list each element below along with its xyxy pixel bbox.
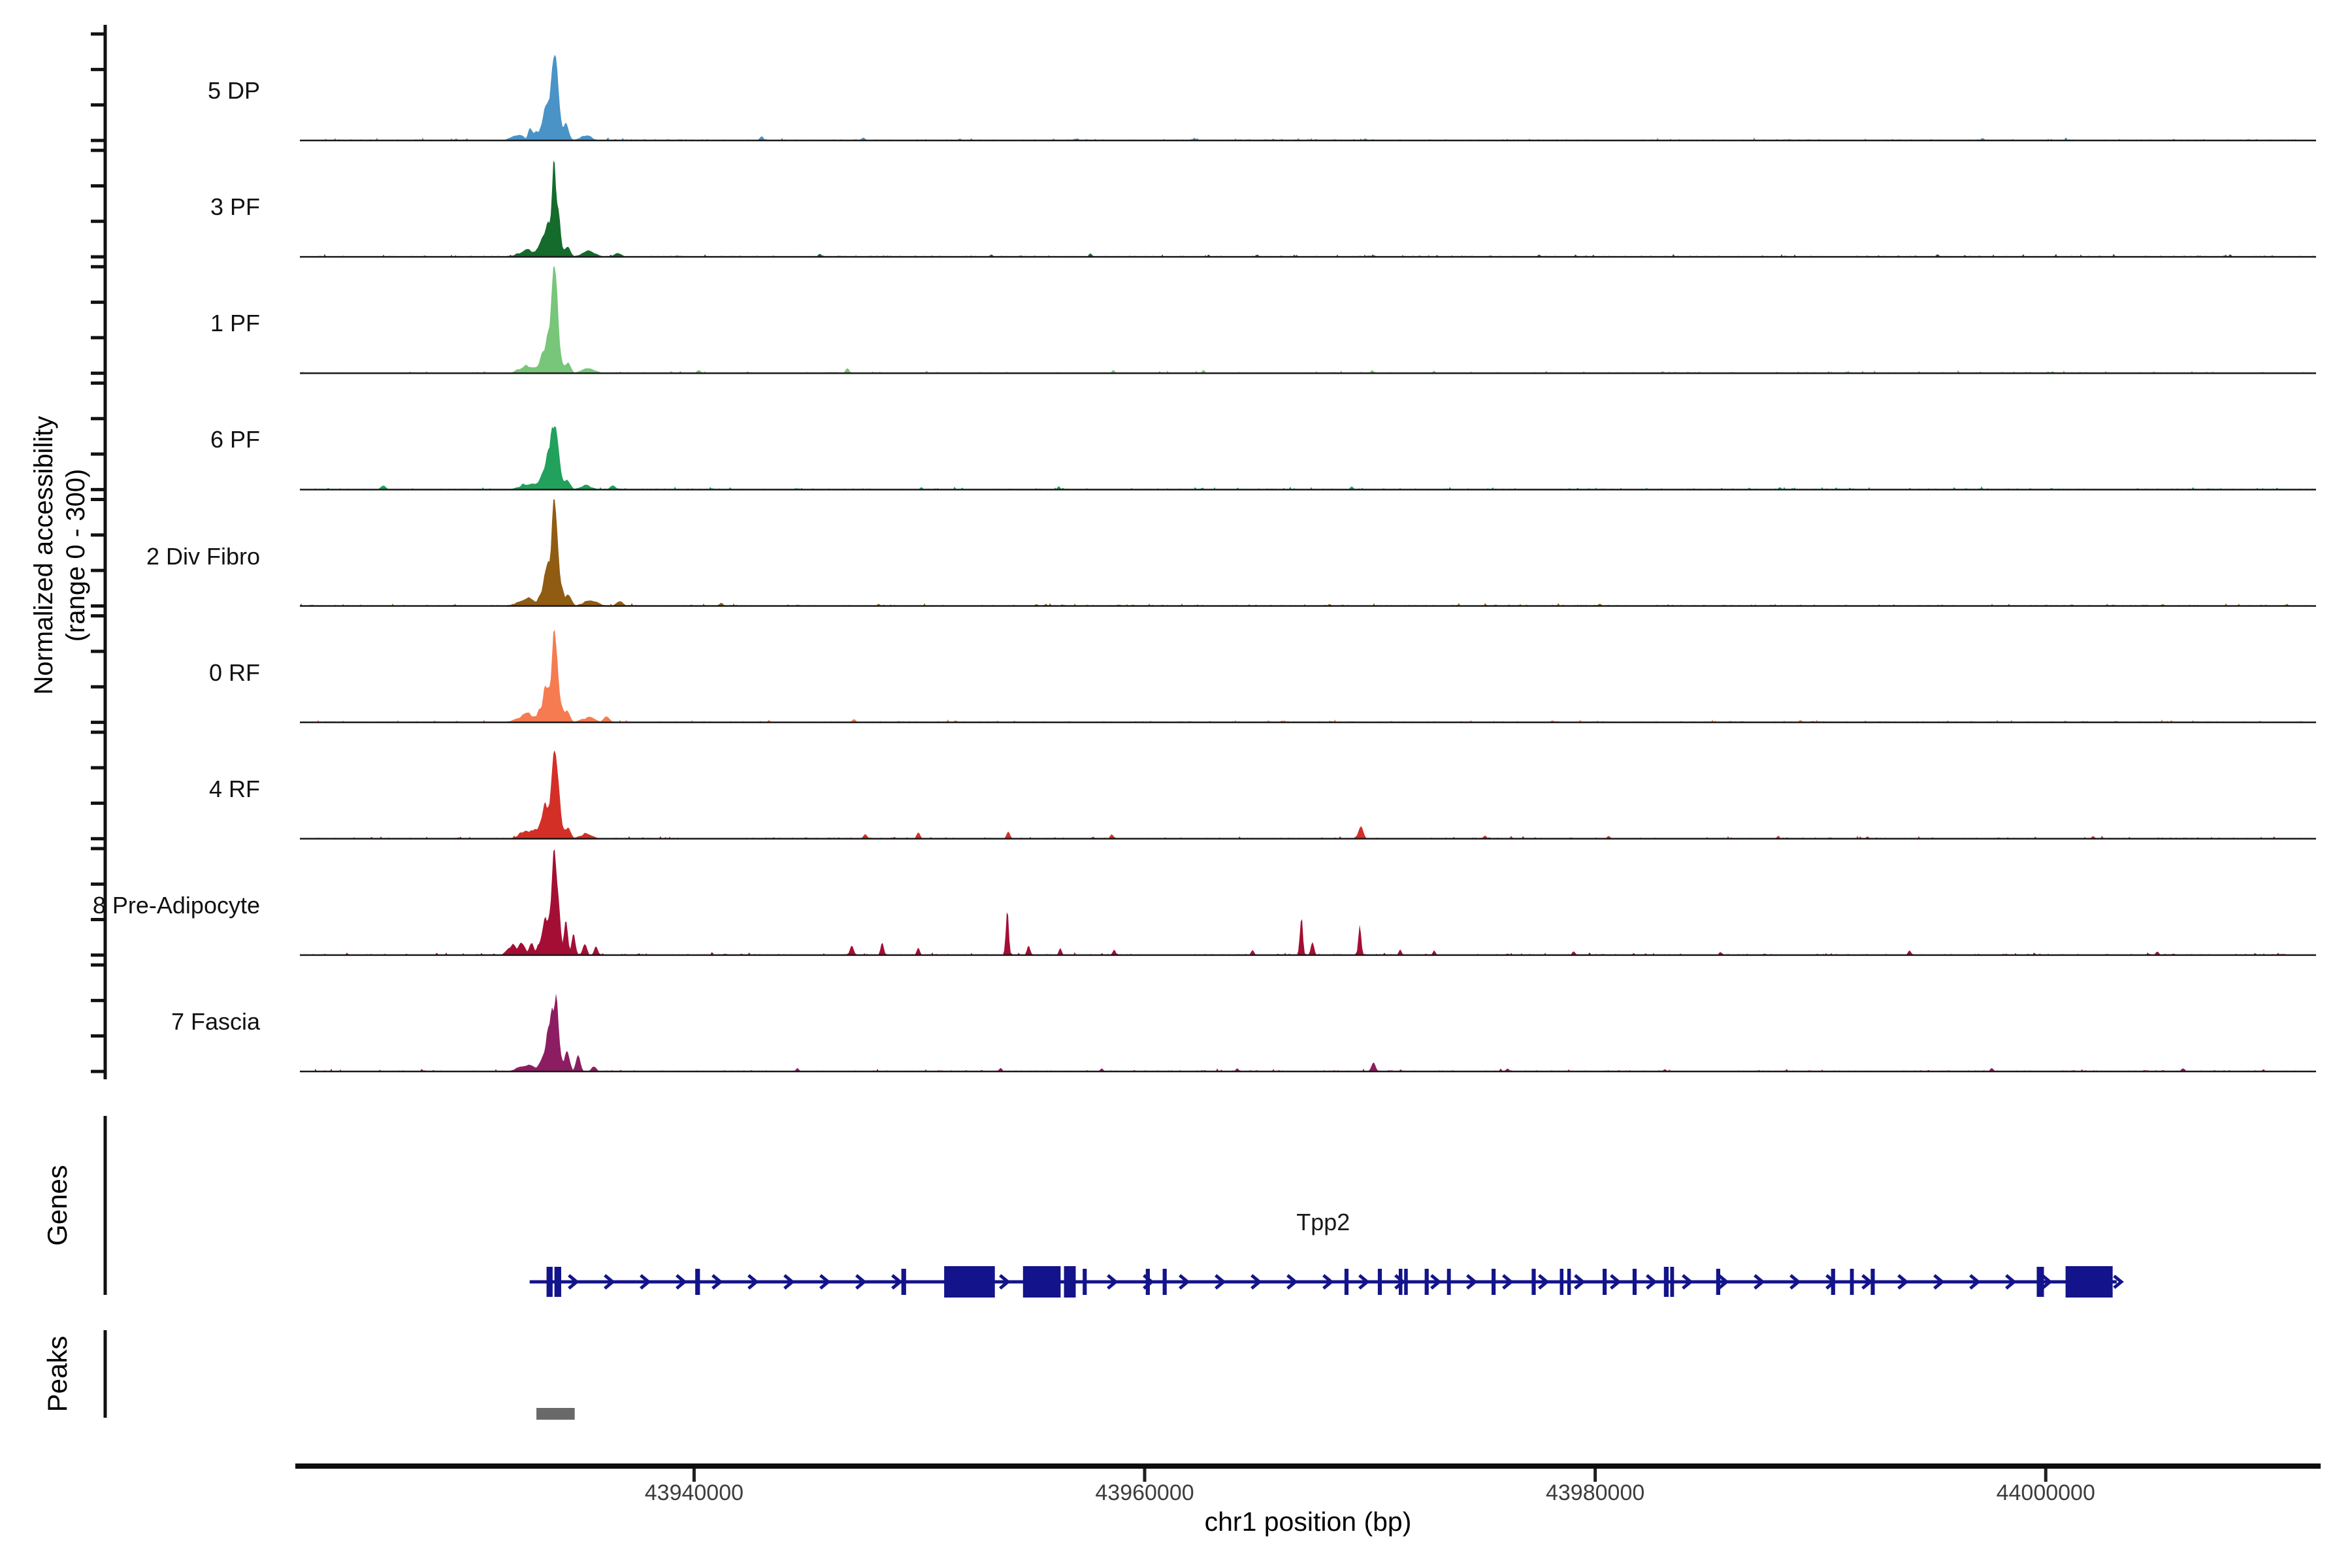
genes-section-label: Genes — [42, 1165, 73, 1246]
track-label-1-pf: 1 PF — [0, 310, 260, 337]
track-label-8-pre-adipocyte: 8 Pre-Adipocyte — [0, 892, 260, 919]
gene-name-label: Tpp2 — [1218, 1209, 1428, 1236]
genome-browser-figure: Normalized accessibility (range 0 - 300)… — [0, 0, 2352, 1568]
track-label-5-dp: 5 DP — [0, 77, 260, 105]
track-label-2-div-fibro: 2 Div Fibro — [0, 543, 260, 570]
x-axis-tick-label: 44000000 — [1935, 1480, 2157, 1506]
track-label-0-rf: 0 RF — [0, 659, 260, 687]
track-label-4-rf: 4 RF — [0, 776, 260, 803]
track-label-3-pf: 3 PF — [0, 193, 260, 221]
x-axis-tick-label: 43940000 — [583, 1480, 805, 1506]
labels-layer: Normalized accessibility (range 0 - 300)… — [0, 0, 2352, 1568]
peaks-section-label: Peaks — [42, 1336, 73, 1413]
track-label-7-fascia: 7 Fascia — [0, 1008, 260, 1036]
x-axis-tick-label: 43960000 — [1034, 1480, 1256, 1506]
x-axis-tick-label: 43980000 — [1484, 1480, 1707, 1506]
x-axis-title: chr1 position (bp) — [1047, 1507, 1569, 1537]
track-label-6-pf: 6 PF — [0, 426, 260, 453]
